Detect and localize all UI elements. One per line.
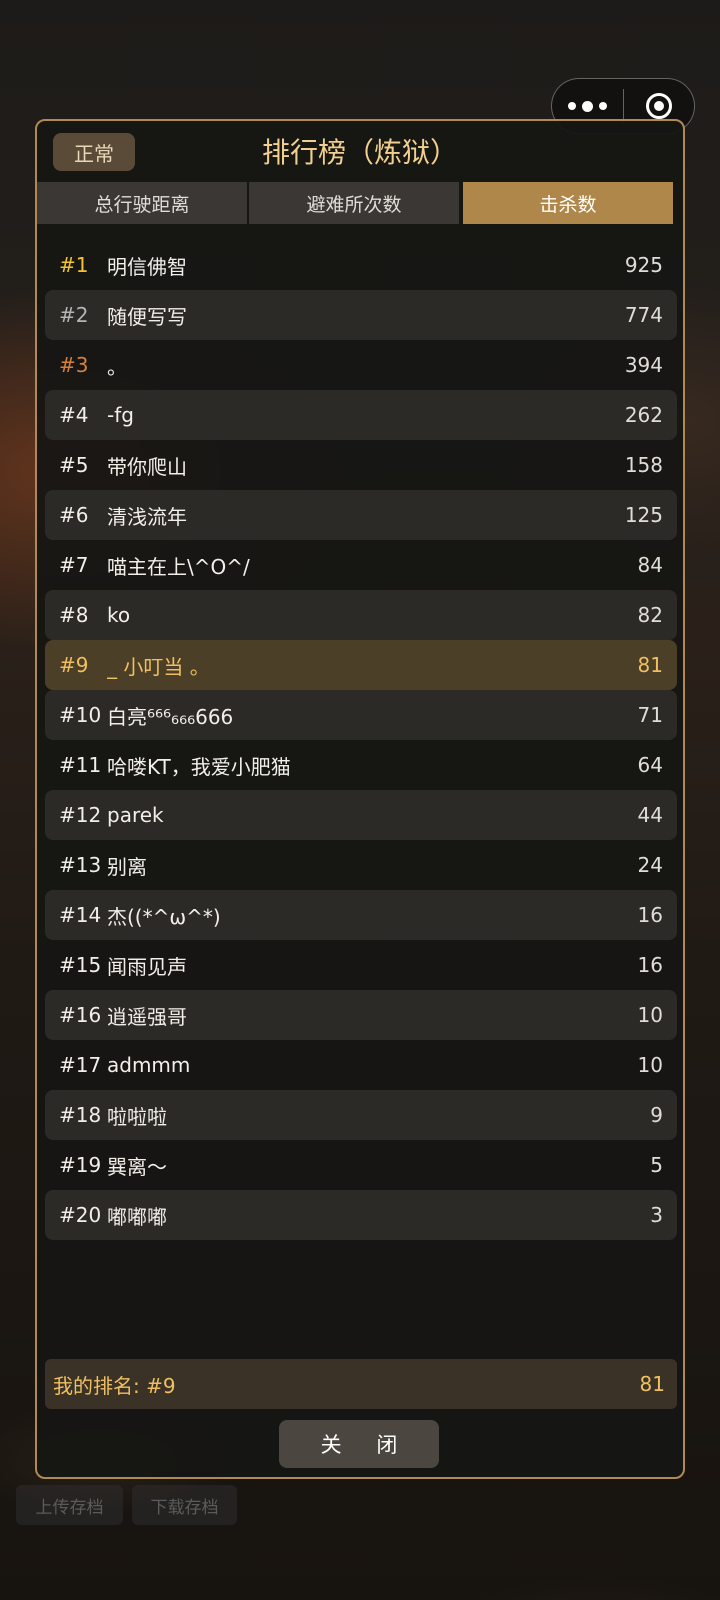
- leaderboard-tabs: 总行驶距离 避难所次数 击杀数: [37, 182, 683, 224]
- player-name: 嘟嘟嘟: [107, 1204, 167, 1229]
- player-name: _ 小叮当 。: [107, 654, 210, 679]
- player-name: 别离: [107, 854, 147, 879]
- ranking-row: #19 巽离～ 5: [45, 1140, 677, 1190]
- ranking-row: #8 ko 82: [45, 590, 677, 640]
- kill-score: 24: [637, 853, 663, 877]
- rank-number: #6: [59, 503, 89, 527]
- tab-kill-count[interactable]: 击杀数: [463, 182, 673, 224]
- rank-number: #4: [59, 403, 89, 427]
- leaderboard-title: 排行榜（炼狱）: [261, 136, 458, 169]
- ranking-row: #9 _ 小叮当 。 81: [45, 640, 677, 690]
- ranking-row: #12 parek 44: [45, 790, 677, 840]
- player-name: admmm: [107, 1053, 191, 1077]
- ranking-row: #3 。 394: [45, 340, 677, 390]
- ranking-row: #7 喵主在上\^O^/ 84: [45, 540, 677, 590]
- player-name: 清浅流年: [107, 504, 187, 529]
- tab-total-distance[interactable]: 总行驶距离: [37, 182, 247, 224]
- kill-score: 71: [637, 703, 663, 727]
- ranking-row: #20 嘟嘟嘟 3: [45, 1190, 677, 1240]
- kill-score: 44: [637, 803, 663, 827]
- player-name: 逍遥强哥: [107, 1004, 187, 1029]
- ranking-row: #4 -fg 262: [45, 390, 677, 440]
- kill-score: 64: [637, 753, 663, 777]
- kill-score: 5: [650, 1153, 663, 1177]
- rank-number: #19: [59, 1153, 102, 1177]
- player-name: 随便写写: [107, 304, 187, 329]
- upload-save-button[interactable]: 上传存档: [16, 1485, 123, 1525]
- kill-score: 394: [624, 353, 663, 377]
- rank-number: #12: [59, 803, 102, 827]
- player-name: -fg: [107, 403, 134, 427]
- rank-number: #18: [59, 1103, 102, 1127]
- kill-score: 125: [624, 503, 663, 527]
- my-rank-label: 我的排名: #9: [53, 1373, 176, 1398]
- rank-number: #9: [59, 653, 89, 677]
- player-name: 啦啦啦: [107, 1104, 167, 1129]
- ranking-row: #17 admmm 10: [45, 1040, 677, 1090]
- player-name: 哈喽KT，我爱小肥猫: [107, 754, 291, 779]
- player-name: parek: [107, 803, 164, 827]
- my-rank-score: 81: [639, 1372, 665, 1396]
- player-name: 。: [107, 354, 127, 379]
- rank-number: #15: [59, 953, 102, 977]
- rank-number: #1: [59, 253, 89, 277]
- ranking-row: #6 清浅流年 125: [45, 490, 677, 540]
- rank-number: #7: [59, 553, 89, 577]
- kill-score: 10: [637, 1053, 663, 1077]
- rank-number: #5: [59, 453, 89, 477]
- ranking-row: #1 明信佛智 925: [45, 240, 677, 290]
- player-name: 喵主在上\^O^/: [107, 554, 250, 579]
- ranking-row: #2 随便写写 774: [45, 290, 677, 340]
- ranking-row: #15 闻雨见声 16: [45, 940, 677, 990]
- kill-score: 10: [637, 1003, 663, 1027]
- tab-shelter-count[interactable]: 避难所次数: [249, 182, 459, 224]
- rank-number: #8: [59, 603, 89, 627]
- ranking-row: #18 啦啦啦 9: [45, 1090, 677, 1140]
- rank-number: #14: [59, 903, 102, 927]
- my-rank-bar: 我的排名: #9 81: [45, 1359, 677, 1409]
- ranking-list: #1 明信佛智 925 #2 随便写写 774 #3 。 394 #4 -fg 262 #5 带你爬山 15…: [45, 240, 677, 1240]
- kill-score: 3: [650, 1203, 663, 1227]
- kill-score: 9: [650, 1103, 663, 1127]
- ranking-row: #14 杰((*^ω^*) 16: [45, 890, 677, 940]
- ranking-row: #10 白亮⁶⁶⁶₆₆₆666 71: [45, 690, 677, 740]
- rank-number: #10: [59, 703, 102, 727]
- kill-score: 158: [624, 453, 663, 477]
- kill-score: 262: [624, 403, 663, 427]
- player-name: 明信佛智: [107, 254, 187, 279]
- ranking-row: #13 别离 24: [45, 840, 677, 890]
- player-name: 白亮⁶⁶⁶₆₆₆666: [107, 704, 234, 729]
- rank-number: #13: [59, 853, 102, 877]
- player-name: 带你爬山: [107, 454, 187, 479]
- rank-number: #16: [59, 1003, 102, 1027]
- kill-score: 774: [624, 303, 663, 327]
- rank-number: #3: [59, 353, 89, 377]
- ranking-row: #16 逍遥强哥 10: [45, 990, 677, 1040]
- rank-number: #2: [59, 303, 89, 327]
- kill-score: 82: [637, 603, 663, 627]
- rank-number: #20: [59, 1203, 102, 1227]
- kill-score: 16: [637, 953, 663, 977]
- kill-score: 84: [637, 553, 663, 577]
- rank-number: #11: [59, 753, 102, 777]
- player-name: 巽离～: [107, 1154, 167, 1179]
- ranking-row: #11 哈喽KT，我爱小肥猫 64: [45, 740, 677, 790]
- player-name: 杰((*^ω^*): [107, 904, 221, 929]
- kill-score: 925: [624, 253, 663, 277]
- download-save-button[interactable]: 下载存档: [132, 1485, 237, 1525]
- leaderboard-panel: 正常 排行榜（炼狱） 总行驶距离 避难所次数 击杀数 #1 明信佛智 925 #2 随便…: [35, 119, 685, 1479]
- player-name: ko: [107, 603, 131, 627]
- kill-score: 16: [637, 903, 663, 927]
- kill-score: 81: [637, 653, 663, 677]
- close-button[interactable]: 关 闭: [279, 1420, 439, 1468]
- ranking-row: #5 带你爬山 158: [45, 440, 677, 490]
- player-name: 闻雨见声: [107, 954, 187, 979]
- rank-number: #17: [59, 1053, 102, 1077]
